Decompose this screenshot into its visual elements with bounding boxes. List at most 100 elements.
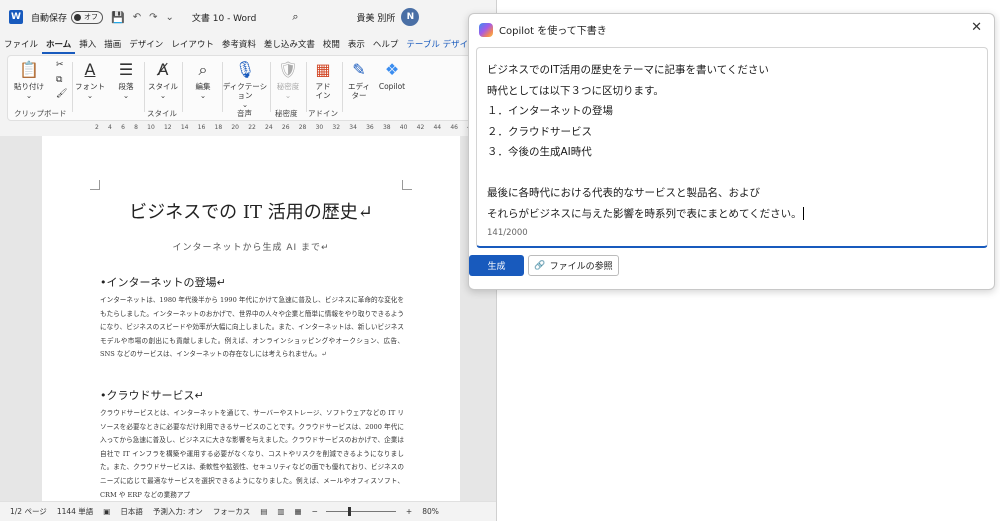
text-prediction[interactable]: 予測入力: オン: [153, 506, 203, 517]
quick-access-more-icon[interactable]: ⌄: [166, 12, 174, 23]
tab-insert[interactable]: 挿入: [75, 37, 100, 54]
sensitivity-label: 秘密度: [276, 82, 300, 91]
style-group-label: スタイル: [147, 109, 177, 118]
document-area[interactable]: ビジネスでの IT 活用の歴史↵ インターネットから生成 AI まで↵ •インタ…: [0, 136, 496, 501]
document-page[interactable]: ビジネスでの IT 活用の歴史↵ インターネットから生成 AI まで↵ •インタ…: [42, 136, 460, 501]
chevron-down-icon: ⌄: [122, 91, 130, 100]
page-count[interactable]: 1/2 ページ: [10, 506, 47, 517]
ruler-tick: 24: [265, 124, 273, 131]
ruler-tick: 42: [416, 124, 425, 131]
avatar[interactable]: N: [401, 8, 420, 26]
undo-icon[interactable]: ↶: [133, 12, 141, 23]
save-icon[interactable]: 💾: [111, 11, 125, 24]
paste-label: 貼り付け: [14, 82, 44, 91]
copilot-prompt-input[interactable]: ビジネスでのIT活用の歴史をテーマに記事を書いてください 時代としては以下３つに…: [476, 47, 988, 248]
ruler-tick: 32: [332, 124, 341, 131]
section-heading-cloud[interactable]: •クラウドサービス↵: [100, 387, 204, 403]
copilot-logo-icon: [479, 22, 493, 37]
character-count: 141/2000: [487, 228, 528, 238]
copilot-ribbon-button[interactable]: ❖ Copilot: [374, 60, 410, 91]
addins-group-label: アドイン: [308, 109, 338, 118]
format-painter-icon[interactable]: 🖌: [56, 89, 67, 99]
tab-file[interactable]: ファイル: [0, 37, 42, 54]
redo-icon[interactable]: ↷: [149, 12, 157, 23]
ruler-tick: 46: [450, 124, 458, 131]
generate-button[interactable]: 生成: [469, 255, 524, 276]
clipboard-group-label: クリップボード: [14, 109, 67, 118]
web-layout-icon[interactable]: ▦: [295, 507, 302, 516]
document-heading[interactable]: ビジネスでの IT 活用の歴史↵: [42, 198, 460, 224]
margin-mark: [402, 180, 412, 190]
editor-button[interactable]: ✎ エディター: [344, 60, 374, 100]
tab-references[interactable]: 参考資料: [218, 37, 260, 54]
tab-review[interactable]: 校閲: [319, 37, 344, 54]
word-window: W 自動保存 オフ 💾 ↶ ↷ ⌄ 文書 10 - Word ⌕ 貴美 別所 N…: [0, 0, 497, 521]
search-icon[interactable]: ⌕: [292, 10, 298, 24]
proofing-icon[interactable]: ▣: [103, 507, 110, 516]
toggle-knob: [74, 13, 82, 21]
document-subtitle[interactable]: インターネットから生成 AI まで↵: [42, 240, 460, 253]
document-title: 文書 10 - Word: [191, 13, 257, 24]
tab-layout[interactable]: レイアウト: [167, 37, 218, 54]
ruler-tick: 6: [121, 124, 125, 131]
language[interactable]: 日本語: [120, 506, 143, 517]
clipboard-group: 📋 貼り付け ⌄ ✂ ⧉ 🖌 クリップボード: [12, 56, 70, 120]
ruler-tick: 10: [147, 124, 155, 131]
autosave-label: 自動保存: [31, 13, 68, 24]
edit-label: 編集: [195, 82, 211, 91]
paste-button[interactable]: 📋 貼り付け ⌄: [14, 60, 44, 100]
word-count[interactable]: 1144 単語: [57, 506, 93, 517]
word-logo-icon: W: [9, 10, 23, 24]
ribbon-divider: [72, 62, 73, 112]
zoom-slider-thumb[interactable]: [347, 507, 351, 516]
focus-button[interactable]: フォーカス: [213, 506, 251, 517]
style-button[interactable]: A̸ スタイル ⌄: [146, 60, 180, 100]
zoom-level[interactable]: 80%: [422, 507, 439, 516]
font-button[interactable]: A フォント ⌄: [74, 60, 106, 100]
style-icon: A̸: [157, 60, 169, 79]
tab-mailings[interactable]: 差し込み文書: [260, 37, 319, 54]
chevron-down-icon: ⌄: [86, 91, 94, 100]
tab-help[interactable]: ヘルプ: [369, 37, 403, 54]
cut-icon[interactable]: ✂: [56, 60, 64, 70]
tab-home[interactable]: ホーム: [42, 37, 76, 54]
chevron-down-icon: ⌄: [284, 91, 292, 100]
paragraph-internet[interactable]: インターネットは、1980 年代後半から 1990 年代にかけて急速に普及し、ビ…: [100, 294, 404, 362]
print-layout-icon[interactable]: ▥: [277, 507, 284, 516]
dictation-button[interactable]: 🎙 ディクテーション ⌄: [222, 60, 268, 109]
dictation-label: ディクテーション: [222, 82, 268, 100]
prompt-text-wrap: ビジネスでのIT活用の歴史をテーマに記事を書いてください 時代としては以下３つに…: [487, 60, 977, 224]
zoom-out-icon[interactable]: −: [312, 507, 318, 516]
paragraph-cloud[interactable]: クラウドサービスとは、インターネットを通じて、サーバーやストレージ、ソフトウェア…: [100, 407, 404, 501]
ribbon-tabs: ファイル ホーム 挿入 描画 デザイン レイアウト 参考資料 差し込み文書 校閲…: [0, 37, 496, 54]
zoom-in-icon[interactable]: +: [406, 507, 412, 516]
paragraph-button[interactable]: ☰ 段落 ⌄: [110, 60, 142, 100]
style-label: スタイル: [148, 82, 178, 91]
autosave-toggle[interactable]: オフ: [71, 10, 104, 24]
edit-button[interactable]: ⌕ 編集 ⌄: [186, 60, 220, 100]
sensitivity-button[interactable]: 🛡 秘密度 ⌄: [272, 60, 304, 100]
zoom-slider[interactable]: [325, 507, 396, 516]
tab-design[interactable]: デザイン: [125, 37, 167, 54]
tab-draw[interactable]: 描画: [100, 37, 125, 54]
ribbon-divider: [270, 62, 271, 112]
read-mode-icon[interactable]: ▤: [260, 507, 267, 516]
ruler-tick: 38: [382, 124, 391, 131]
reference-file-label: ファイルの参照: [549, 262, 613, 272]
user-name[interactable]: 貴美 別所: [356, 11, 395, 24]
addins-label: アドイン: [315, 82, 331, 100]
ruler-tick: 18: [214, 124, 223, 131]
addins-button[interactable]: ▦ アドイン: [306, 60, 340, 100]
tab-view[interactable]: 表示: [344, 37, 369, 54]
paste-icon: 📋: [19, 60, 39, 79]
copilot-dialog-title: Copilot を使って下書き: [499, 26, 607, 37]
paragraph-label: 段落: [118, 82, 134, 91]
ruler-tick: 8: [134, 124, 138, 131]
horizontal-ruler[interactable]: 2 4 6 8 10 12 14 16 18 20 22 24 26 28 30…: [95, 124, 475, 134]
reference-file-button[interactable]: 🔗 ファイルの参照: [528, 255, 619, 276]
copy-icon[interactable]: ⧉: [56, 75, 62, 85]
close-icon[interactable]: ✕: [971, 20, 982, 35]
section-heading-internet[interactable]: •インターネットの登場↵: [100, 274, 226, 290]
search-icon: ⌕: [198, 60, 208, 79]
ruler-tick: 40: [399, 124, 408, 131]
